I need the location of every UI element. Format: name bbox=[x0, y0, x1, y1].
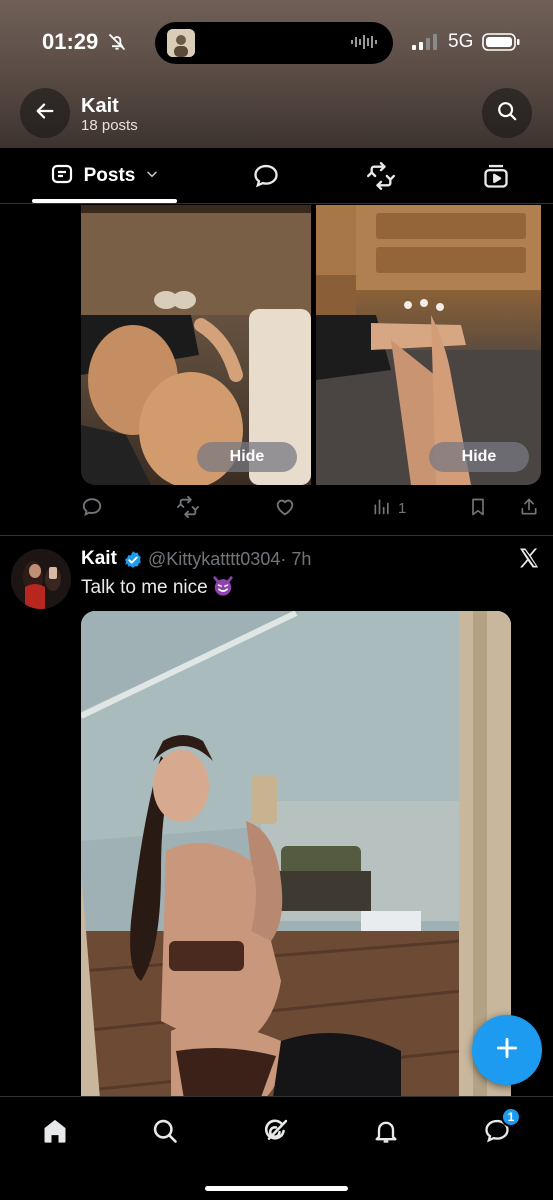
status-bar: 01:29 5G bbox=[0, 22, 553, 64]
search-button[interactable] bbox=[482, 88, 532, 138]
author-name[interactable]: Kait bbox=[81, 548, 117, 570]
tab-reposts[interactable] bbox=[366, 162, 396, 195]
tab-posts[interactable]: Posts bbox=[32, 148, 177, 204]
author-handle-line[interactable]: @Kittykatttt0304· 7h bbox=[148, 549, 311, 570]
repost-icon bbox=[366, 162, 396, 194]
back-button[interactable] bbox=[20, 88, 70, 138]
compose-button[interactable] bbox=[472, 1015, 542, 1085]
profile-name: Kait bbox=[81, 95, 119, 117]
nav-search[interactable] bbox=[145, 1113, 185, 1153]
dynamic-island[interactable] bbox=[155, 22, 393, 64]
tab-media[interactable] bbox=[482, 162, 510, 195]
audio-wave-icon bbox=[351, 34, 379, 55]
post-text: Talk to me nice bbox=[81, 577, 208, 598]
battery-icon bbox=[482, 33, 520, 56]
search-icon bbox=[496, 100, 518, 127]
network-label: 5G bbox=[448, 31, 474, 52]
post-divider bbox=[0, 535, 553, 536]
post-photo[interactable] bbox=[81, 611, 511, 1111]
status-time: 01:29 bbox=[42, 29, 99, 54]
bookmark-icon bbox=[468, 496, 488, 522]
plus-icon bbox=[494, 1035, 520, 1066]
repost-button[interactable] bbox=[176, 496, 200, 522]
like-button[interactable] bbox=[274, 496, 296, 522]
tab-replies[interactable] bbox=[252, 162, 280, 195]
share-button[interactable] bbox=[519, 496, 539, 522]
hide-button-left[interactable]: Hide bbox=[197, 442, 297, 472]
notifications-icon bbox=[372, 1117, 400, 1150]
views-button[interactable]: 1 bbox=[372, 496, 406, 520]
signal-icon bbox=[412, 34, 438, 55]
bookmark-button[interactable] bbox=[468, 496, 488, 522]
repost-icon bbox=[176, 496, 200, 522]
x-logo-icon[interactable] bbox=[516, 546, 542, 575]
views-icon bbox=[372, 496, 392, 520]
active-tab-indicator bbox=[32, 199, 177, 203]
nav-notifications[interactable] bbox=[366, 1113, 406, 1153]
posts-icon bbox=[50, 162, 74, 191]
reply-button[interactable] bbox=[81, 496, 103, 522]
chevron-down-icon[interactable] bbox=[145, 167, 159, 186]
post-media-grid: Hide Hide bbox=[81, 205, 541, 485]
search-icon bbox=[151, 1117, 179, 1150]
avatar[interactable] bbox=[11, 549, 71, 609]
nav-messages[interactable]: 1 bbox=[477, 1107, 521, 1153]
post-time: · 7h bbox=[280, 549, 312, 569]
bell-slash-icon bbox=[107, 32, 127, 57]
reply-icon bbox=[81, 496, 103, 522]
smiling-devil-emoji bbox=[212, 575, 234, 597]
grok-icon bbox=[262, 1117, 290, 1150]
home-indicator[interactable] bbox=[205, 1186, 348, 1191]
nav-home[interactable] bbox=[35, 1113, 75, 1153]
arrow-left-icon bbox=[34, 100, 56, 127]
author-handle: @Kittykatttt0304 bbox=[148, 549, 281, 569]
post-image-left[interactable]: Hide bbox=[81, 205, 311, 485]
profile-tabs: Posts bbox=[0, 148, 553, 204]
tab-posts-label: Posts bbox=[83, 165, 136, 186]
share-icon bbox=[519, 496, 539, 522]
home-icon bbox=[41, 1117, 69, 1150]
post-text-line: Talk to me nice bbox=[81, 575, 234, 599]
hide-button-right[interactable]: Hide bbox=[429, 442, 529, 472]
reply-icon bbox=[252, 164, 280, 194]
views-count: 1 bbox=[398, 499, 407, 517]
bottom-nav: 1 bbox=[0, 1096, 553, 1200]
verified-icon bbox=[123, 550, 143, 575]
post-image-right[interactable]: Hide bbox=[316, 205, 541, 485]
like-icon bbox=[274, 496, 296, 522]
post-actions: 1 bbox=[81, 494, 541, 524]
media-icon bbox=[482, 164, 510, 194]
messages-badge: 1 bbox=[501, 1107, 521, 1127]
nav-grok[interactable] bbox=[256, 1113, 296, 1153]
now-playing-artwork bbox=[167, 29, 195, 57]
post-count: 18 posts bbox=[81, 117, 138, 134]
